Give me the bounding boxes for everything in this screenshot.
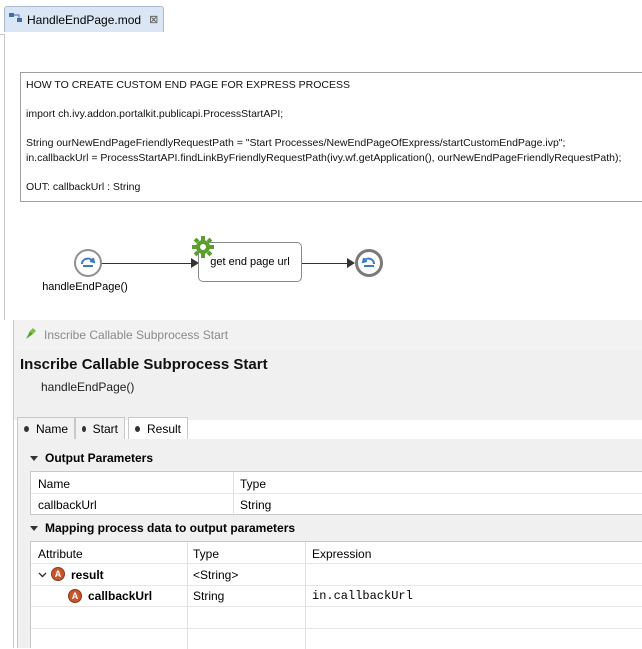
connector-line[interactable] (102, 263, 192, 264)
editor-tab[interactable]: HandleEndPage.mod ⊠ (4, 6, 164, 32)
note-line: import ch.ivy.addon.portalkit.publicapi.… (26, 108, 284, 120)
chevron-down-icon (30, 455, 38, 461)
tab-start[interactable]: Start (75, 417, 125, 439)
note-line: String ourNewEndPageFriendlyRequestPath … (26, 137, 566, 149)
tab-result[interactable]: Result (128, 417, 188, 440)
section-title: Output Parameters (45, 451, 154, 465)
header-subtitle: handleEndPage() (41, 380, 135, 394)
tab-dot-icon (82, 425, 86, 432)
tab-label: Result (146, 422, 181, 436)
attribute-icon: A (68, 589, 82, 603)
callable-end-icon (361, 255, 377, 272)
start-event-node[interactable] (74, 249, 102, 277)
note-line: OUT: callbackUrl : String (26, 181, 141, 193)
connector-arrowhead (347, 258, 355, 268)
note-line (26, 122, 642, 136)
close-icon[interactable]: ⊠ (149, 13, 158, 26)
process-model-icon (9, 12, 23, 27)
column-header-expression[interactable]: Expression (312, 547, 371, 561)
end-event-node[interactable] (355, 249, 383, 277)
attribute-icon: A (51, 567, 65, 581)
column-header-type[interactable]: Type (240, 477, 266, 491)
column-header-name[interactable]: Name (38, 477, 70, 491)
column-header-type[interactable]: Type (193, 547, 219, 561)
task-label: get end page url (210, 256, 290, 268)
inscribe-icon (24, 327, 38, 344)
chevron-down-icon[interactable] (38, 568, 47, 578)
result-tab-content: Output Parameters Name Type callbackUrl … (17, 439, 642, 649)
column-header-attribute[interactable]: Attribute (38, 547, 83, 561)
note-line (26, 166, 642, 180)
attribute-name[interactable]: callbackUrl (88, 589, 152, 603)
tab-dot-icon (24, 425, 29, 432)
start-event-label: handleEndPage() (42, 281, 128, 293)
table-cell-name[interactable]: callbackUrl (38, 498, 97, 512)
attribute-type[interactable]: <String> (193, 568, 238, 582)
editor-tab-title: HandleEndPage.mod (27, 12, 142, 27)
view-title: Inscribe Callable Subprocess Start (44, 328, 229, 342)
output-parameters-table[interactable]: Name Type callbackUrl String (30, 471, 642, 516)
mapping-section[interactable]: Mapping process data to output parameter… (30, 521, 295, 535)
attribute-expression[interactable]: in.callbackUrl (312, 589, 413, 603)
tab-label: Start (92, 421, 118, 436)
tab-dot-icon (135, 426, 140, 432)
chevron-down-icon (30, 525, 38, 531)
note-line (26, 93, 642, 107)
gear-icon (192, 236, 214, 258)
tab-name[interactable]: Name (17, 417, 75, 439)
attribute-name[interactable]: result (71, 568, 104, 582)
connector-line[interactable] (302, 263, 348, 264)
process-note[interactable]: HOW TO CREATE CUSTOM END PAGE FOR EXPRES… (20, 72, 642, 202)
section-title: Mapping process data to output parameter… (45, 521, 296, 535)
attribute-type[interactable]: String (193, 589, 224, 603)
tab-label: Name (35, 421, 68, 436)
callable-start-icon (80, 255, 96, 272)
inscribe-panel: Inscribe Callable Subprocess Start Inscr… (13, 320, 642, 649)
table-cell-type[interactable]: String (240, 498, 271, 512)
inscribe-tabs: Name Start Result (17, 417, 642, 440)
note-line: HOW TO CREATE CUSTOM END PAGE FOR EXPRES… (26, 79, 350, 91)
header-title: Inscribe Callable Subprocess Start (20, 356, 268, 373)
output-parameters-section[interactable]: Output Parameters (30, 451, 153, 465)
note-line: in.callbackUrl = ProcessStartAPI.findLin… (26, 152, 622, 164)
mapping-table[interactable]: Attribute Type Expression A result <Stri… (30, 541, 642, 649)
view-title-bar: Inscribe Callable Subprocess Start (14, 320, 642, 351)
